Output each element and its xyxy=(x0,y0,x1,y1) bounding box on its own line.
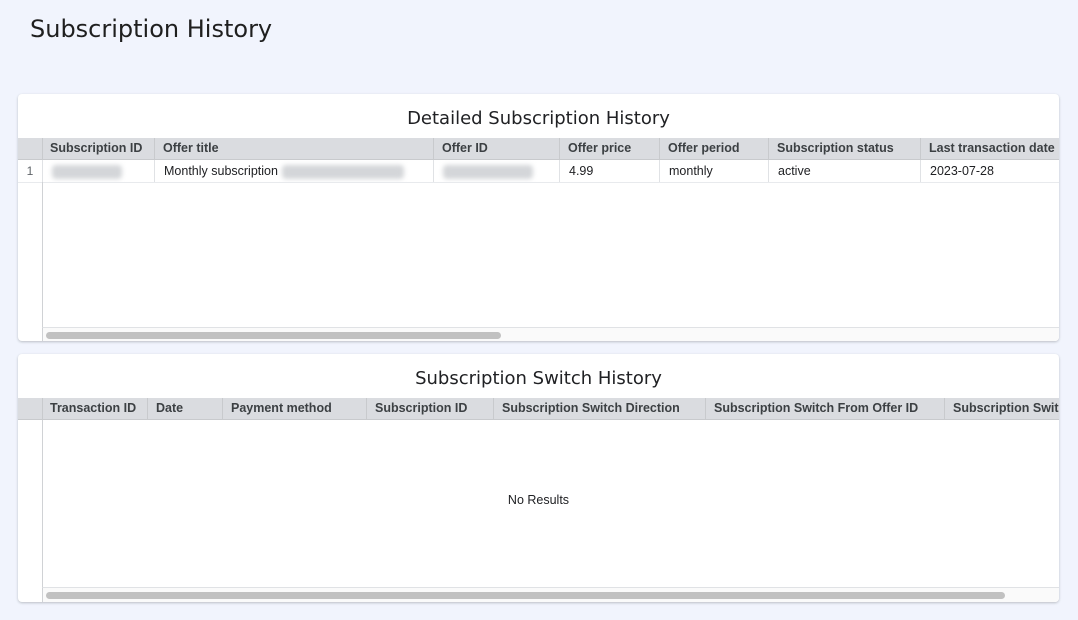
column-header-transaction-id[interactable]: Transaction ID xyxy=(42,398,147,419)
offer-title-text: Monthly subscription xyxy=(164,164,278,178)
detailed-history-card: Detailed Subscription History Subscripti… xyxy=(18,94,1059,341)
column-header-date[interactable]: Date xyxy=(147,398,222,419)
column-header-switch-from-offer-id[interactable]: Subscription Switch From Offer ID xyxy=(705,398,944,419)
cell-offer-period: monthly xyxy=(659,160,768,182)
redacted-value xyxy=(52,164,122,179)
horizontal-scrollbar[interactable] xyxy=(42,587,1059,602)
page-title: Subscription History xyxy=(30,15,273,43)
switch-header-row: Transaction ID Date Payment method Subsc… xyxy=(18,398,1059,420)
cell-last-transaction-date: 2023-07-28 xyxy=(920,160,1059,182)
detailed-history-title: Detailed Subscription History xyxy=(407,108,670,129)
cell-subscription-id xyxy=(42,160,154,182)
scrollbar-thumb[interactable] xyxy=(46,332,501,339)
row-number-divider xyxy=(42,420,43,587)
column-header-last-transaction-date[interactable]: Last transaction date xyxy=(920,138,1059,159)
column-header-offer-id[interactable]: Offer ID xyxy=(433,138,559,159)
redacted-value xyxy=(281,164,404,179)
column-header-offer-title[interactable]: Offer title xyxy=(154,138,433,159)
switch-history-card: Subscription Switch History Transaction … xyxy=(18,354,1059,602)
row-number-divider xyxy=(42,182,43,327)
column-header-switch-direction[interactable]: Subscription Switch Direction xyxy=(493,398,705,419)
switch-history-title: Subscription Switch History xyxy=(415,368,662,389)
column-header-subscription-id[interactable]: Subscription ID xyxy=(366,398,493,419)
column-header-offer-period[interactable]: Offer period xyxy=(659,138,768,159)
cell-subscription-status: active xyxy=(768,160,920,182)
column-header-subscription-status[interactable]: Subscription status xyxy=(768,138,920,159)
redacted-value xyxy=(443,164,533,179)
column-header-subscription-id[interactable]: Subscription ID xyxy=(42,138,154,159)
row-number: 1 xyxy=(26,164,34,178)
cell-offer-id xyxy=(433,160,559,182)
column-header-offer-price[interactable]: Offer price xyxy=(559,138,659,159)
detailed-header-row: Subscription ID Offer title Offer ID Off… xyxy=(18,138,1059,160)
horizontal-scrollbar[interactable] xyxy=(42,327,1059,341)
cell-offer-price: 4.99 xyxy=(559,160,659,182)
table-row[interactable]: 1 Monthly subscription 4.99 monthly acti… xyxy=(18,160,1059,183)
scrollbar-thumb[interactable] xyxy=(46,592,1005,599)
column-header-payment-method[interactable]: Payment method xyxy=(222,398,366,419)
column-header-switch-to[interactable]: Subscription Switc xyxy=(944,398,1059,419)
cell-offer-title: Monthly subscription xyxy=(154,160,433,182)
row-number-header xyxy=(18,398,43,419)
no-results-message: No Results xyxy=(507,493,570,507)
row-number-header xyxy=(18,138,43,159)
